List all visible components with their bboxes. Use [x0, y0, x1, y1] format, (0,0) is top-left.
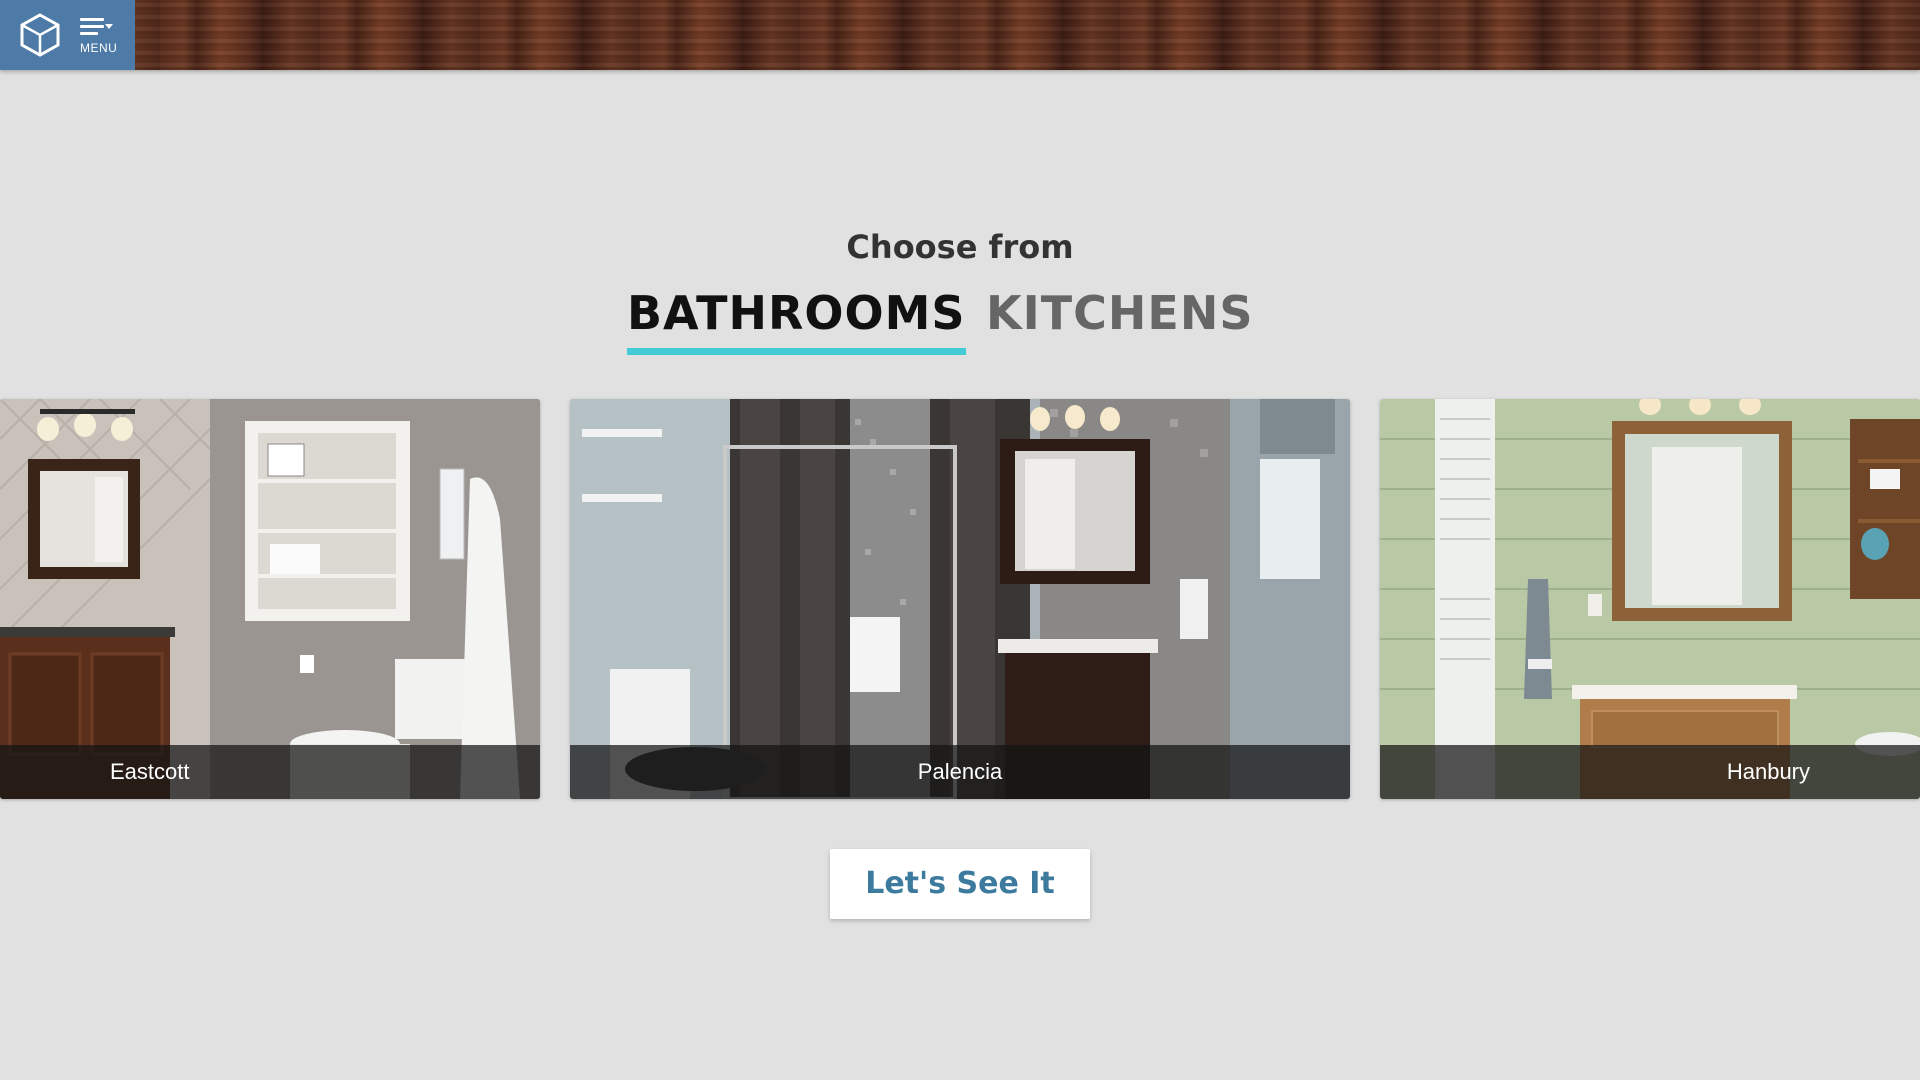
eastcott-photo	[0, 399, 540, 799]
style-card-hanbury[interactable]: Hanbury	[1380, 399, 1920, 799]
card-caption: Eastcott	[0, 745, 540, 799]
caret-down-icon	[105, 24, 113, 29]
lets-see-it-button[interactable]: Let's See It	[830, 849, 1090, 919]
cube-logo-icon[interactable]	[17, 12, 63, 58]
brand-panel: MENU	[0, 0, 135, 70]
page-heading: Choose from	[846, 228, 1074, 266]
menu-button[interactable]: MENU	[78, 14, 128, 58]
category-tabs: BATHROOMS KITCHENS	[0, 286, 1920, 356]
menu-label: MENU	[80, 41, 118, 55]
top-bar	[0, 0, 1920, 70]
hanbury-photo	[1380, 399, 1920, 799]
palencia-photo	[570, 399, 1350, 799]
tab-kitchens[interactable]: KITCHENS	[986, 286, 1253, 340]
card-caption: Hanbury	[1380, 745, 1920, 799]
style-card-eastcott[interactable]: Eastcott	[0, 399, 540, 799]
tab-bathrooms[interactable]: BATHROOMS	[627, 286, 966, 355]
style-card-palencia[interactable]: Palencia	[570, 399, 1350, 799]
hamburger-icon	[80, 18, 104, 36]
card-caption: Palencia	[570, 745, 1350, 799]
